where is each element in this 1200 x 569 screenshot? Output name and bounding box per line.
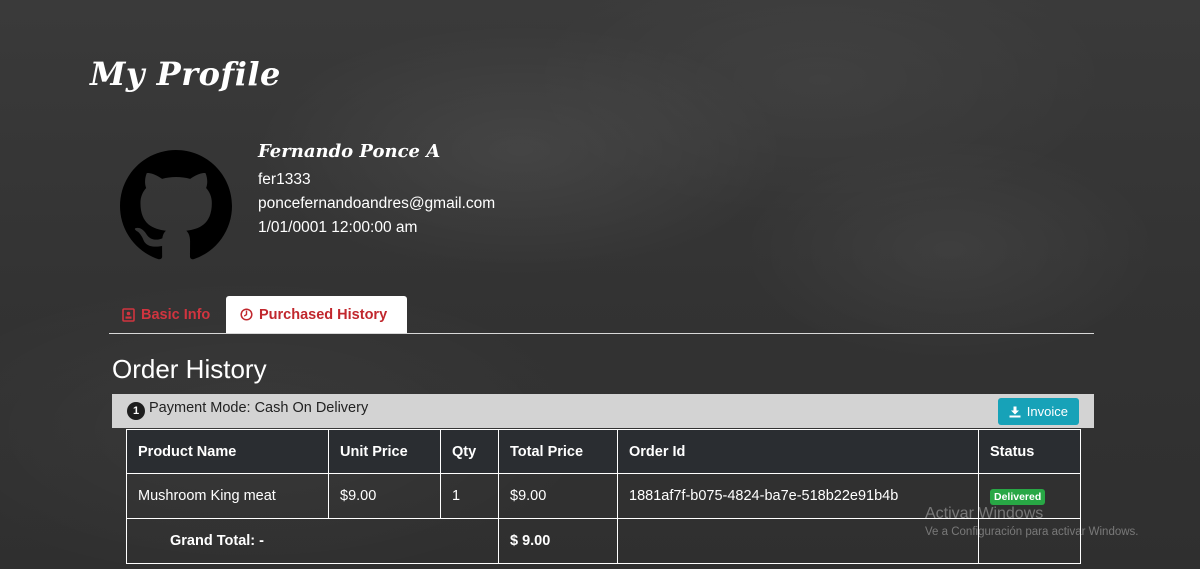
column-header: Unit Price (328, 429, 441, 474)
page-title: My Profile (90, 55, 281, 93)
table-row: Mushroom King meat $9.00 1 $9.00 1881af7… (126, 473, 1081, 519)
column-header: Total Price (498, 429, 618, 474)
empty-cell (978, 518, 1081, 564)
grand-total-row: Grand Total: - $ 9.00 (126, 518, 1081, 564)
tab-basic-info[interactable]: Basic Info (109, 296, 226, 333)
order-table: Product Name Unit Price Qty Total Price … (126, 429, 1081, 564)
order-panel-header: 1 Payment Mode: Cash On Delivery Invoice (112, 394, 1094, 428)
product-name-cell: Mushroom King meat (126, 473, 329, 519)
total-price-cell: $9.00 (498, 473, 618, 519)
invoice-button[interactable]: Invoice (997, 398, 1079, 425)
avatar (120, 150, 232, 262)
clock-icon (240, 308, 253, 321)
status-badge: Delivered (990, 488, 1046, 505)
order-number-badge: 1 (127, 402, 145, 420)
order-id-cell: 1881af7f-b075-4824-ba7e-518b22e91b4b (617, 473, 979, 519)
profile-date: 1/01/0001 12:00:00 am (258, 219, 418, 236)
github-icon (120, 150, 232, 260)
table-header-row: Product Name Unit Price Qty Total Price … (126, 429, 1081, 474)
column-header: Qty (440, 429, 499, 474)
profile-name: Fernando Ponce A (258, 141, 441, 162)
column-header: Order Id (617, 429, 979, 474)
qty-cell: 1 (440, 473, 499, 519)
profile-tabs: Basic Info Purchased History (109, 296, 1094, 334)
payment-mode: Payment Mode: Cash On Delivery (149, 400, 369, 416)
profile-email: poncefernandoandres@gmail.com (258, 195, 496, 212)
tab-purchased-history-label: Purchased History (259, 306, 388, 323)
tab-purchased-history[interactable]: Purchased History (226, 296, 407, 333)
download-icon (1009, 406, 1021, 417)
section-title: Order History (112, 354, 267, 384)
invoice-label: Invoice (1026, 404, 1068, 419)
empty-cell (617, 518, 979, 564)
unit-price-cell: $9.00 (328, 473, 441, 519)
id-card-icon (122, 307, 135, 322)
column-header: Status (978, 429, 1081, 474)
profile-username: fer1333 (258, 171, 311, 188)
tab-basic-info-label: Basic Info (141, 306, 211, 323)
status-cell: Delivered (978, 473, 1081, 519)
column-header: Product Name (126, 429, 329, 474)
grand-total-value: $ 9.00 (498, 518, 618, 564)
grand-total-label: Grand Total: - (126, 518, 499, 564)
